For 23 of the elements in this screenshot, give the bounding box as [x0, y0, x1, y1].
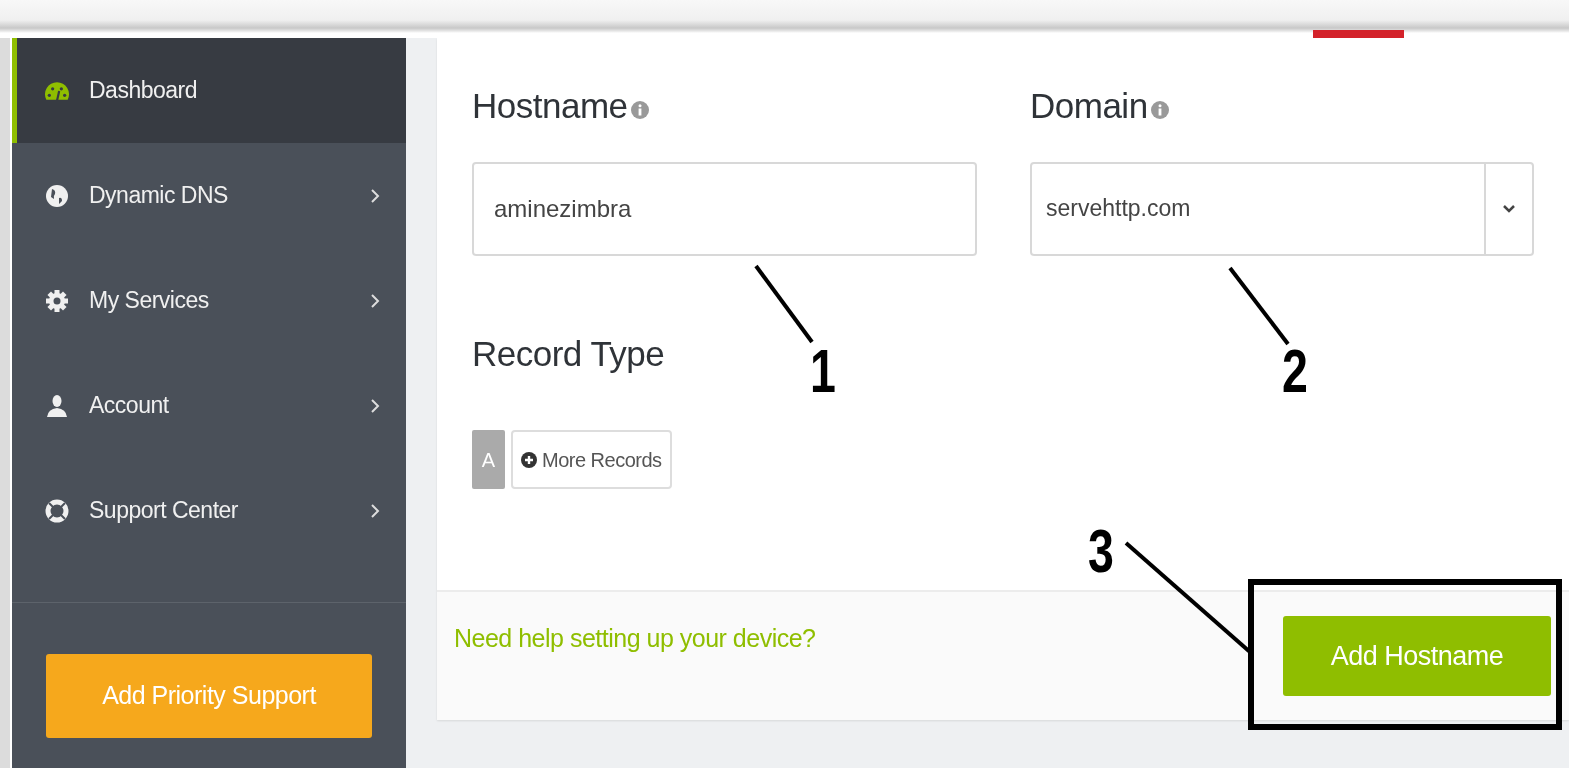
hostname-field[interactable]: aminezimbra [472, 161, 977, 256]
domain-label: Domain [1030, 85, 1148, 127]
annotation-number: 1 [810, 340, 836, 402]
annotation-number: 3 [1088, 520, 1114, 582]
more-records-button[interactable]: More Records [511, 430, 672, 489]
hostname-label: Hostname [472, 85, 628, 127]
lifebuoy-icon [45, 498, 69, 523]
sidebar-item[interactable]: Dynamic DNS [12, 143, 406, 248]
annotation-number: 2 [1282, 340, 1308, 402]
person-icon [45, 393, 69, 418]
globe-icon [45, 183, 69, 208]
domain-select[interactable]: servehttp.com [1030, 161, 1534, 256]
record-type-label: Record Type [472, 332, 665, 375]
sidebar-item[interactable]: Dashboard [12, 38, 406, 143]
info-icon[interactable] [630, 101, 649, 120]
sidebar-item[interactable]: Account [12, 353, 406, 458]
sidebar-item[interactable]: My Services [12, 248, 406, 353]
caret-icon [1502, 203, 1516, 214]
gear-icon [45, 288, 69, 313]
sidebar-item[interactable]: Support Center [12, 458, 406, 563]
dashboard-icon [45, 81, 69, 100]
plus-circle-icon [521, 451, 537, 468]
info-icon[interactable] [1150, 101, 1169, 120]
